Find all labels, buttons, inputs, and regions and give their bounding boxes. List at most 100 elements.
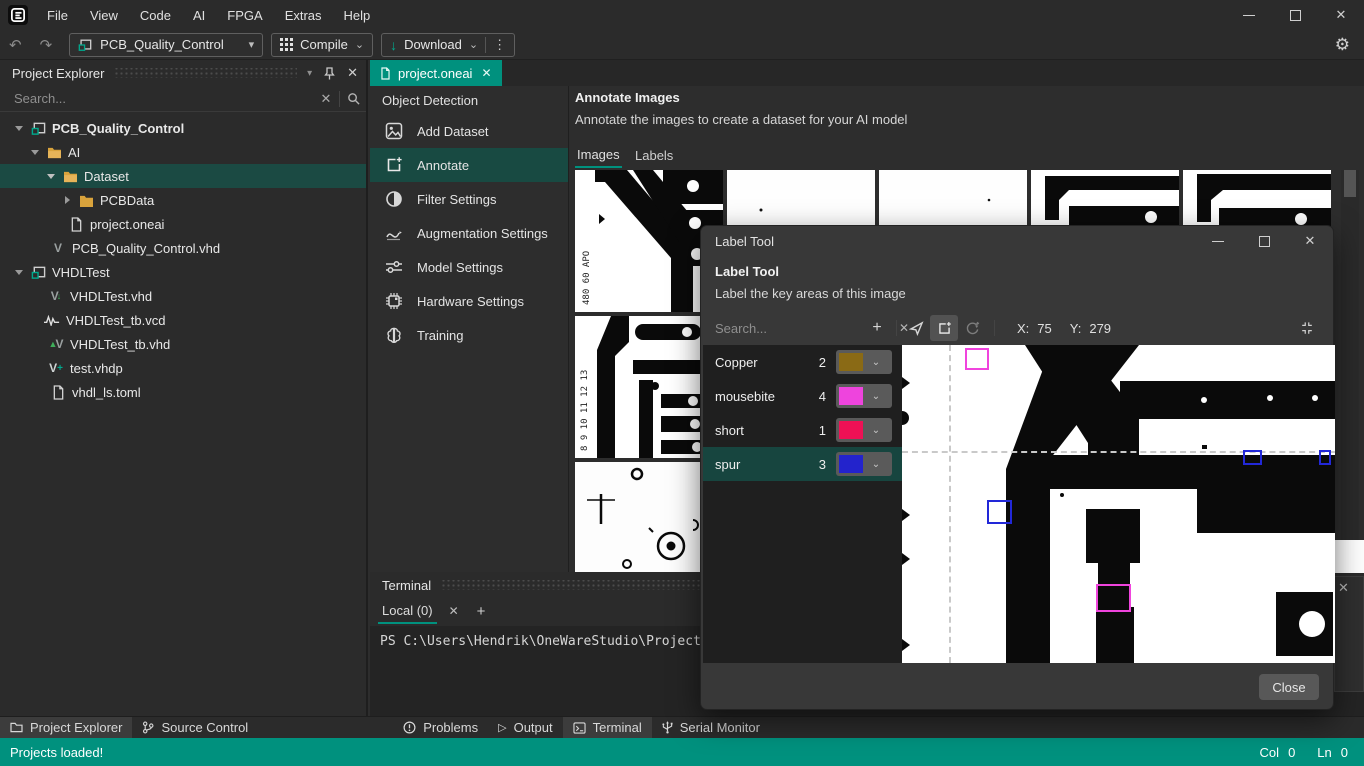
label-color-dropdown[interactable]: ⌄ — [836, 452, 892, 476]
terminal-tab-local[interactable]: Local (0) — [378, 598, 437, 624]
tree-item-file-vhdltest-vhd[interactable]: V ↓ VHDLTest.vhd — [0, 284, 366, 308]
redo-button[interactable]: ↷ — [31, 36, 62, 54]
menu-extras[interactable]: Extras — [274, 0, 333, 30]
project-selector[interactable]: PCB_Quality_Control ▾ — [69, 32, 264, 57]
menu-ai[interactable]: AI — [182, 0, 216, 30]
bottombar-output[interactable]: ▷ Output — [488, 717, 563, 738]
tree-item-project[interactable]: PCB_Quality_Control — [0, 116, 366, 140]
project-explorer-header: Project Explorer ▾ ✕ — [0, 60, 366, 86]
bottombar-terminal[interactable]: Terminal — [562, 717, 652, 738]
tab-close-icon[interactable]: ✕ — [481, 66, 491, 80]
panel-close-icon[interactable]: ✕ — [347, 65, 358, 81]
pin-icon[interactable] — [324, 66, 335, 80]
tree-item-label: PCB_Quality_Control.vhd — [72, 240, 221, 256]
menu-file[interactable]: File — [36, 0, 79, 30]
download-label: Download — [404, 37, 462, 52]
bottombar-source-control[interactable]: Source Control — [132, 717, 258, 738]
panel-menu-icon[interactable]: ▾ — [307, 68, 312, 79]
terminal-tab-close-icon[interactable]: ✕ — [449, 604, 459, 618]
label-row-spur[interactable]: spur 3 ⌄ — [703, 447, 902, 481]
annotation-box-spur[interactable] — [1319, 450, 1331, 465]
vhdl-file-icon: V — [53, 241, 62, 255]
window-maximize-button[interactable] — [1272, 0, 1318, 30]
compile-button[interactable]: Compile ⌄ — [271, 32, 374, 57]
annotation-box-mousebite[interactable] — [965, 348, 989, 370]
annotation-canvas[interactable] — [902, 345, 1335, 663]
draw-box-icon[interactable] — [930, 315, 958, 341]
sidebar-item-augmentation-settings[interactable]: Augmentation Settings — [370, 216, 568, 250]
menu-view[interactable]: View — [79, 0, 129, 30]
bottombar-project-explorer[interactable]: Project Explorer — [0, 717, 133, 738]
tree-item-file-tb-vhd[interactable]: ▲ V VHDLTest_tb.vhd — [0, 332, 366, 356]
collapse-arrow-icon[interactable] — [62, 195, 72, 205]
tab-labels[interactable]: Labels — [633, 142, 675, 168]
expand-arrow-icon[interactable] — [14, 123, 24, 133]
settings-gear-icon[interactable]: ⚙ — [1335, 35, 1350, 55]
sidebar-item-label: Filter Settings — [417, 191, 497, 207]
label-row-copper[interactable]: Copper 2 ⌄ — [703, 345, 902, 379]
label-row-short[interactable]: short 1 ⌄ — [703, 413, 902, 447]
expand-arrow-icon[interactable] — [14, 267, 24, 277]
window-close-button[interactable]: ✕ — [1318, 0, 1364, 30]
tree-item-file-vhd[interactable]: V PCB_Quality_Control.vhd — [0, 236, 366, 260]
tree-item-label: VHDLTest_tb.vhd — [70, 336, 171, 352]
expand-arrow-icon[interactable] — [30, 147, 40, 157]
tree-item-folder-dataset[interactable]: Dataset — [0, 164, 366, 188]
undo-button[interactable]: ↶ — [0, 36, 31, 54]
tree-item-file-vcd[interactable]: VHDLTest_tb.vcd — [0, 308, 366, 332]
menu-code[interactable]: Code — [129, 0, 182, 30]
add-label-icon[interactable]: + — [863, 315, 891, 341]
select-cursor-icon[interactable] — [902, 315, 930, 341]
sidebar-item-model-settings[interactable]: Model Settings — [370, 250, 568, 284]
bottombar-serial-monitor[interactable]: Serial Monitor — [652, 717, 770, 738]
dialog-title-bar[interactable]: Label Tool ✕ — [701, 226, 1333, 256]
oneware-logo-icon[interactable] — [8, 5, 28, 25]
menu-help[interactable]: Help — [333, 0, 382, 30]
drag-handle-dots[interactable] — [114, 68, 298, 78]
search-icon[interactable] — [340, 92, 366, 105]
rotate-box-icon[interactable] — [958, 315, 986, 341]
label-color-dropdown[interactable]: ⌄ — [836, 384, 892, 408]
annotation-box-spur[interactable] — [1243, 450, 1262, 465]
dialog-heading: Label Tool — [715, 264, 780, 279]
tree-item-file-oneai[interactable]: project.oneai — [0, 212, 366, 236]
bottombar-problems[interactable]: Problems — [393, 717, 488, 738]
tab-project-oneai[interactable]: project.oneai ✕ — [370, 60, 502, 86]
label-color-dropdown[interactable]: ⌄ — [836, 418, 892, 442]
clear-search-icon[interactable]: ✕ — [313, 91, 339, 107]
more-options-kebab-icon[interactable]: ⋮ — [493, 37, 506, 53]
dialog-close-button[interactable]: ✕ — [1287, 226, 1333, 256]
tree-item-folder-ai[interactable]: AI — [0, 140, 366, 164]
annotate-crop-icon — [384, 155, 404, 175]
tree-item-folder-pcbdata[interactable]: PCBData — [0, 188, 366, 212]
scrollbar-thumb[interactable] — [1344, 170, 1356, 197]
sidebar-item-training[interactable]: Training — [370, 318, 568, 352]
dialog-minimize-button[interactable] — [1195, 226, 1241, 256]
sidebar-item-filter-settings[interactable]: Filter Settings — [370, 182, 568, 216]
annotation-box-mousebite[interactable] — [1096, 584, 1131, 612]
project-tree: PCB_Quality_Control AI Dataset PCBData p… — [0, 116, 366, 716]
menu-fpga[interactable]: FPGA — [216, 0, 273, 30]
download-button[interactable]: ↓ Download ⌄ ⋮ — [381, 32, 516, 57]
pane-close-icon[interactable]: ✕ — [1338, 580, 1349, 596]
tab-images[interactable]: Images — [575, 142, 622, 168]
sidebar-item-hardware-settings[interactable]: Hardware Settings — [370, 284, 568, 318]
expand-arrow-icon[interactable] — [46, 171, 56, 181]
tree-item-project-vhdltest[interactable]: VHDLTest — [0, 260, 366, 284]
new-terminal-icon[interactable]: + — [477, 603, 486, 620]
sidebar-item-annotate[interactable]: Annotate — [370, 148, 568, 182]
tree-item-file-toml[interactable]: vhdl_ls.toml — [0, 380, 366, 404]
project-search-input[interactable] — [12, 90, 313, 107]
annotation-box-spur[interactable] — [987, 500, 1012, 524]
window-minimize-button[interactable] — [1226, 0, 1272, 30]
fit-to-screen-icon[interactable] — [1293, 315, 1321, 341]
tree-item-file-vhdp[interactable]: V + test.vhdp — [0, 356, 366, 380]
label-list: Copper 2 ⌄ mousebite 4 ⌄ short 1 ⌄ spur … — [703, 345, 902, 663]
sidebar-item-add-dataset[interactable]: Add Dataset — [370, 114, 568, 148]
dialog-maximize-button[interactable] — [1241, 226, 1287, 256]
label-row-mousebite[interactable]: mousebite 4 ⌄ — [703, 379, 902, 413]
label-color-dropdown[interactable]: ⌄ — [836, 350, 892, 374]
terminal-tab-label: Local (0) — [382, 602, 433, 618]
images-scrollbar[interactable] — [1341, 170, 1359, 572]
close-dialog-button[interactable]: Close — [1259, 674, 1319, 700]
